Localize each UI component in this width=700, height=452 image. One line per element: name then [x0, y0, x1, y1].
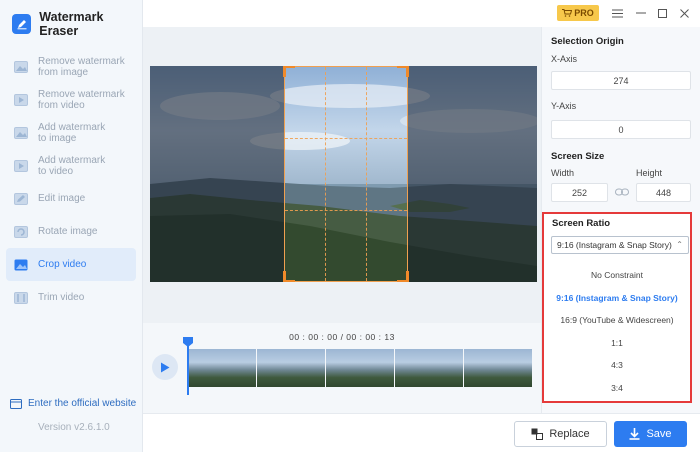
screen-ratio-selected: 9:16 (Instagram & Snap Story)	[557, 240, 672, 250]
playhead-handle[interactable]	[183, 337, 193, 347]
frame-thumbnail	[326, 349, 394, 387]
sidebar-item-label: Crop video	[38, 259, 87, 270]
x-axis-label: X-Axis	[551, 54, 578, 64]
screen-ratio-select[interactable]: 9:16 (Instagram & Snap Story) ⌃	[551, 236, 689, 254]
width-label: Width	[551, 168, 575, 178]
time-display: 00 : 00 : 00 / 00 : 00 : 13	[289, 332, 395, 342]
trim-video-icon	[14, 291, 28, 304]
sidebar-item-trim-video[interactable]: Trim video	[6, 281, 136, 314]
selection-origin-title: Selection Origin	[551, 36, 624, 47]
edit-image-icon	[14, 192, 28, 205]
sidebar-item-crop-video[interactable]: Crop video	[6, 248, 136, 281]
height-input[interactable]: 448	[636, 183, 691, 202]
ratio-option-no-constraint[interactable]: No Constraint	[544, 264, 690, 287]
minimize-icon[interactable]	[633, 5, 649, 21]
image-add-icon	[14, 126, 28, 139]
crop-video-icon	[14, 259, 28, 270]
ratio-option-4-3[interactable]: 4:3	[544, 354, 690, 377]
width-input[interactable]: 252	[551, 183, 608, 202]
sidebar-item-add-watermark-video[interactable]: Add watermark to video	[6, 149, 136, 182]
sidebar-item-label: Add watermark to image	[38, 121, 106, 144]
sidebar-item-label: Trim video	[38, 292, 85, 303]
sidebar-item-label: Edit image	[38, 193, 86, 204]
video-add-icon	[14, 159, 28, 172]
crop-handle-bottom-right[interactable]	[397, 271, 409, 282]
height-label: Height	[636, 168, 663, 178]
chevron-up-icon: ⌃	[676, 240, 683, 249]
official-website-label: Enter the official website	[28, 398, 137, 409]
y-axis-input[interactable]: 0	[551, 120, 691, 139]
video-preview-area	[143, 27, 541, 323]
crop-handle-bottom-left[interactable]	[283, 271, 295, 282]
official-website-link[interactable]: Enter the official website	[10, 398, 136, 409]
screen-ratio-section: Screen Ratio 9:16 (Instagram & Snap Stor…	[542, 212, 692, 403]
screen-ratio-options: No Constraint 9:16 (Instagram & Snap Sto…	[544, 264, 690, 399]
sidebar: Watermark Eraser Remove watermark from im…	[0, 0, 143, 452]
settings-panel: Selection Origin X-Axis 274 Y-Axis 0 Scr…	[541, 27, 700, 413]
sidebar-item-add-watermark-image[interactable]: Add watermark to image	[6, 116, 136, 149]
screen-size-title: Screen Size	[551, 151, 605, 162]
replace-button[interactable]: Replace	[514, 421, 607, 447]
frame-thumbnail	[257, 349, 325, 387]
app-logo-icon	[12, 14, 32, 34]
ratio-option-16-9[interactable]: 16:9 (YouTube & Widescreen)	[544, 309, 690, 332]
sidebar-item-remove-watermark-image[interactable]: Remove watermark from image	[6, 50, 136, 83]
replace-icon	[531, 428, 544, 440]
video-remove-icon	[14, 93, 28, 106]
rotate-image-icon	[14, 225, 28, 238]
cart-icon	[562, 9, 573, 17]
link-icon[interactable]	[615, 187, 629, 197]
play-button[interactable]	[152, 354, 178, 380]
crop-handle-top-left[interactable]	[283, 66, 295, 77]
ratio-option-9-16[interactable]: 9:16 (Instagram & Snap Story)	[544, 287, 690, 310]
bottom-bar: Replace Save	[143, 413, 700, 452]
pro-label: PRO	[574, 8, 594, 18]
play-icon	[161, 362, 170, 372]
crop-mask-left	[150, 66, 284, 282]
crop-handle-top-right[interactable]	[397, 66, 409, 77]
sidebar-item-rotate-image[interactable]: Rotate image	[6, 215, 136, 248]
crop-selection[interactable]	[283, 66, 409, 282]
save-label: Save	[646, 428, 672, 440]
frame-thumbnail	[188, 349, 256, 387]
sidebar-item-remove-watermark-video[interactable]: Remove watermark from video	[6, 83, 136, 116]
close-icon[interactable]	[676, 5, 692, 21]
replace-label: Replace	[549, 428, 590, 440]
sidebar-item-label: Add watermark to video	[38, 154, 106, 177]
save-button[interactable]: Save	[614, 421, 687, 447]
crop-mask-right	[408, 66, 537, 282]
frame-thumbnail	[395, 349, 463, 387]
download-icon	[629, 428, 640, 440]
maximize-icon[interactable]	[654, 5, 670, 21]
image-remove-icon	[14, 60, 28, 73]
version-label: Version v2.6.1.0	[38, 422, 110, 433]
menu-icon[interactable]	[609, 5, 625, 21]
pro-button[interactable]: PRO	[557, 5, 599, 21]
video-frame	[150, 66, 537, 282]
sidebar-item-edit-image[interactable]: Edit image	[6, 182, 136, 215]
title-bar: PRO	[143, 0, 700, 27]
x-axis-input[interactable]: 274	[551, 71, 691, 90]
brand: Watermark Eraser	[12, 10, 142, 38]
y-axis-label: Y-Axis	[551, 101, 577, 111]
timeline: 00 : 00 : 00 / 00 : 00 : 13	[143, 323, 541, 413]
ratio-option-1-1[interactable]: 1:1	[544, 332, 690, 355]
sidebar-item-label: Remove watermark from image	[38, 55, 125, 78]
browser-window-icon	[10, 398, 22, 409]
app-title: Watermark Eraser	[39, 10, 104, 38]
frame-thumbnail	[464, 349, 532, 387]
sidebar-item-label: Rotate image	[38, 226, 98, 237]
sidebar-nav: Remove watermark from image Remove waterm…	[6, 50, 136, 314]
ratio-option-3-4[interactable]: 3:4	[544, 377, 690, 400]
frame-strip[interactable]	[188, 349, 532, 387]
screen-ratio-title: Screen Ratio	[552, 218, 611, 229]
sidebar-item-label: Remove watermark from video	[38, 88, 125, 111]
